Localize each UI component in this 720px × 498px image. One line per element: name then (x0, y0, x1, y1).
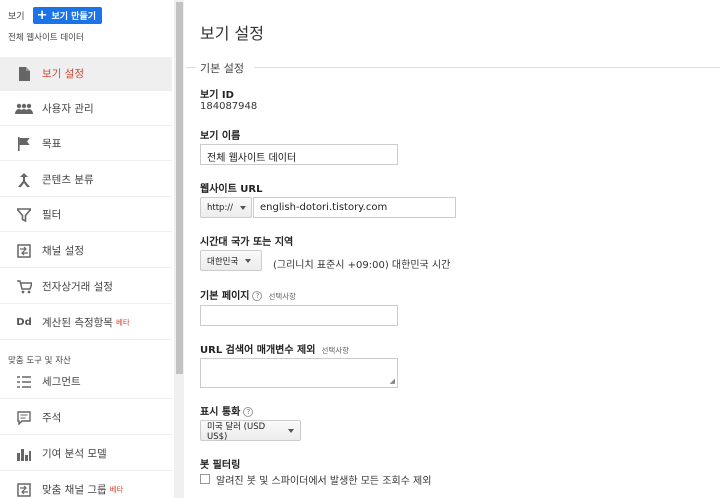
chevron-down-icon (240, 205, 247, 210)
sidebar-header: 보기 + 보기 만들기 (8, 6, 103, 24)
currency-value: 미국 달러 (USD US$) (207, 421, 266, 442)
sidebar-item-goals[interactable]: 목표 (0, 127, 172, 161)
section-divider-left (186, 67, 196, 68)
sidebar-item-user-management[interactable]: 사용자 관리 (0, 92, 172, 126)
sidebar-scrollbar-thumb[interactable] (176, 2, 183, 374)
view-name-field[interactable]: 전체 웹사이트 데이터 (200, 144, 398, 165)
help-icon[interactable]: ? (252, 291, 263, 301)
sidebar-item-label: 전자상거래 설정 (42, 281, 113, 293)
bar-chart-icon (14, 447, 34, 461)
section-divider (254, 67, 720, 68)
sidebar-item-label: 기여 분석 모델 (42, 448, 107, 460)
users-icon (14, 103, 34, 115)
timezone-country-value: 대한민국 (207, 256, 239, 267)
dd-icon: Dd (16, 317, 32, 328)
chevron-down-icon (288, 428, 294, 433)
bot-filtering-checkbox-label[interactable]: 알려진 봇 및 스파이더에서 발생한 모든 조회수 제외 (216, 472, 431, 487)
custom-channel-icon (14, 482, 34, 497)
protocol-dropdown[interactable]: http:// (200, 197, 252, 218)
flag-icon (14, 136, 34, 151)
sidebar-item-label: 맞춤 채널 그룹 (42, 484, 107, 496)
bot-filtering-label: 봇 필터링 (200, 460, 241, 471)
exclude-params-label-text: URL 검색어 매개변수 제외 (200, 345, 316, 356)
sidebar-item-label: 채널 설정 (42, 245, 84, 257)
document-icon (14, 66, 34, 81)
view-id-label: 보기 ID (200, 90, 234, 101)
timezone-country-dropdown[interactable]: 대한민국 (200, 250, 262, 271)
view-id-value: 184087948 (200, 101, 258, 112)
exclude-params-textarea[interactable]: ◢ (200, 358, 398, 388)
sidebar-item-label: 보기 설정 (42, 68, 84, 80)
currency-dropdown[interactable]: 미국 달러 (USD US$) (200, 420, 301, 442)
segments-icon (14, 375, 34, 389)
sidebar-item-label: 사용자 관리 (42, 103, 94, 115)
sidebar: 보기 + 보기 만들기 전체 웹사이트 데이터 보기 설정 사용자 관리 목표 … (0, 0, 176, 498)
default-page-label-text: 기본 페이지 (200, 291, 250, 302)
currency-label: 표시 통화? (200, 403, 254, 418)
bot-filtering-checkbox[interactable] (200, 474, 210, 484)
sidebar-item-calculated-metrics[interactable]: Dd 계산된 측정항목 베타 (0, 306, 172, 340)
protocol-value: http:// (207, 202, 234, 213)
page-title: 보기 설정 (200, 24, 264, 43)
default-page-field[interactable] (200, 305, 398, 326)
sidebar-item-label: 주석 (42, 412, 62, 424)
create-view-button[interactable]: + 보기 만들기 (32, 6, 103, 24)
sidebar-item-annotations[interactable]: 주석 (0, 401, 172, 435)
help-icon[interactable]: ? (243, 407, 254, 417)
sidebar-item-label: 세그먼트 (42, 376, 81, 388)
sidebar-item-attribution-models[interactable]: 기여 분석 모델 (0, 437, 172, 471)
sidebar-item-label: 콘텐츠 분류 (42, 174, 94, 186)
chevron-down-icon (245, 258, 252, 263)
sidebar-item-segments[interactable]: 세그먼트 (0, 365, 172, 399)
view-selector[interactable]: 전체 웹사이트 데이터 (8, 31, 84, 43)
exclude-params-label: URL 검색어 매개변수 제외 선택사항 (200, 341, 349, 356)
section-title: 기본 설정 (200, 62, 244, 75)
website-url-label: 웹사이트 URL (200, 184, 263, 195)
optional-tag: 선택사항 (268, 292, 297, 301)
sidebar-item-label: 계산된 측정항목 (42, 317, 113, 329)
default-page-label: 기본 페이지? 선택사항 (200, 287, 296, 302)
channel-settings-icon (14, 243, 34, 258)
timezone-text: (그리니치 표준시 +09:00) 대한민국 시간 (273, 260, 451, 271)
currency-label-text: 표시 통화 (200, 407, 241, 418)
sidebar-item-custom-channel-grouping[interactable]: 맞춤 채널 그룹 베타 (0, 473, 172, 498)
sidebar-item-filters[interactable]: 필터 (0, 198, 172, 232)
cart-icon (14, 279, 34, 294)
main-content: 보기 설정 기본 설정 보기 ID 184087948 보기 이름 전체 웹사이… (186, 0, 720, 498)
content-grouping-icon (14, 172, 34, 187)
sidebar-item-content-grouping[interactable]: 콘텐츠 분류 (0, 163, 172, 197)
sidebar-title: 보기 (8, 11, 25, 22)
timezone-label: 시간대 국가 또는 지역 (200, 237, 294, 248)
sidebar-item-view-settings[interactable]: 보기 설정 (0, 57, 172, 91)
beta-badge: 베타 (109, 485, 124, 494)
beta-badge: 베타 (115, 318, 130, 327)
view-name-label: 보기 이름 (200, 131, 241, 142)
annotation-icon (14, 410, 34, 425)
website-url-field[interactable]: english-dotori.tistory.com (253, 197, 456, 218)
resize-handle-icon[interactable]: ◢ (390, 378, 395, 385)
filter-icon (14, 207, 34, 222)
sidebar-item-label: 필터 (42, 209, 62, 221)
plus-icon: + (36, 7, 48, 23)
optional-tag: 선택사항 (321, 346, 350, 355)
sidebar-item-channel-settings[interactable]: 채널 설정 (0, 234, 172, 268)
create-view-label: 보기 만들기 (51, 11, 97, 22)
sidebar-item-ecommerce-settings[interactable]: 전자상거래 설정 (0, 270, 172, 304)
sidebar-item-label: 목표 (42, 138, 62, 150)
